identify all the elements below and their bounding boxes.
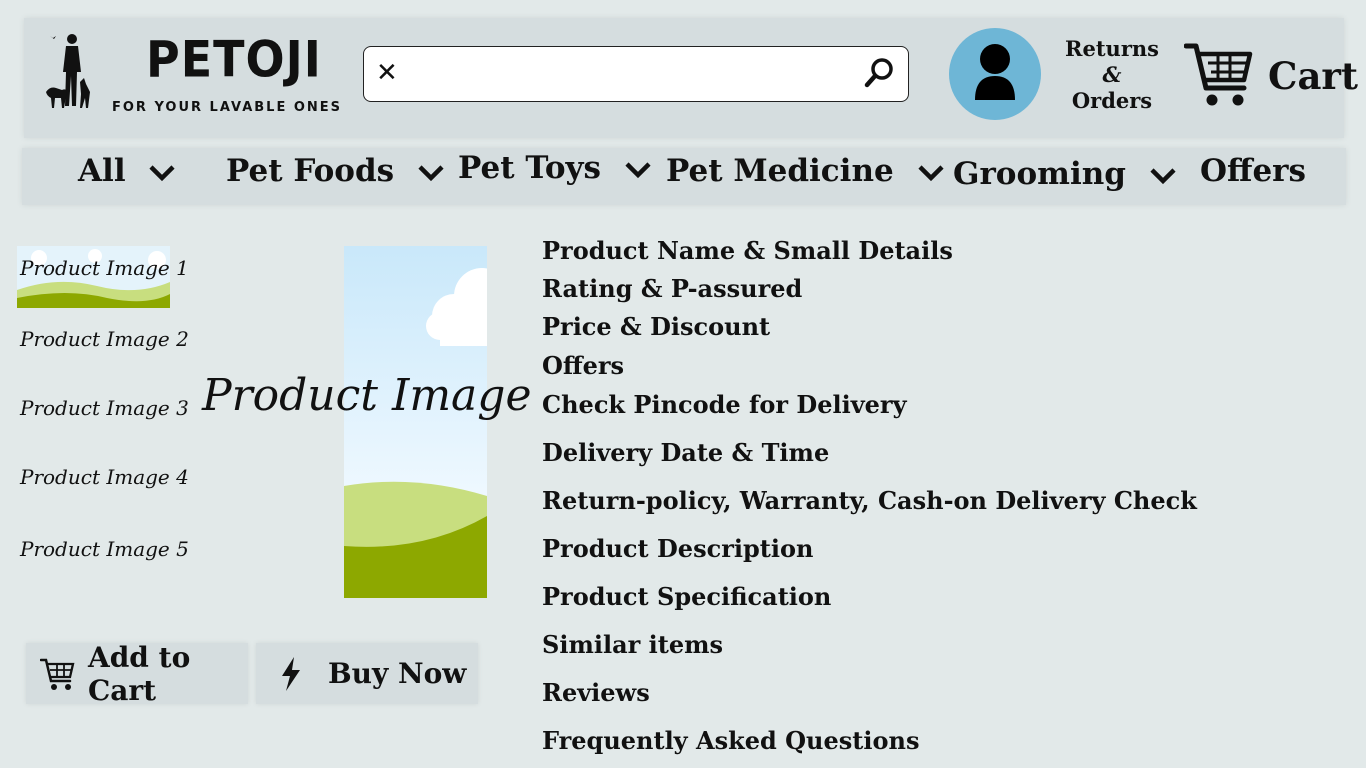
chevron-down-icon xyxy=(149,164,175,181)
chevron-down-icon xyxy=(418,164,444,181)
chevron-down-icon xyxy=(625,161,651,178)
user-icon xyxy=(975,44,1015,100)
nav-item-label: Grooming xyxy=(953,156,1126,192)
cart-icon[interactable] xyxy=(1184,40,1254,108)
thumbnail-label: Product Image 2 xyxy=(20,327,189,351)
thumbnail-label: Product Image 5 xyxy=(20,537,189,561)
thumbnail-label: Product Image 3 xyxy=(20,396,189,420)
thumbnail-label: Product Image 4 xyxy=(20,465,189,489)
brand-name[interactable]: PETOJI xyxy=(146,30,322,88)
nav-item-label: Pet Foods xyxy=(226,153,395,189)
detail-return-policy: Return-policy, Warranty, Cash-on Deliver… xyxy=(542,486,1197,515)
returns-label: Returns xyxy=(1065,36,1159,61)
account-button[interactable] xyxy=(949,28,1041,120)
main-product-image[interactable] xyxy=(344,246,487,598)
logo-person-dog-icon[interactable] xyxy=(44,32,92,112)
main-image-caption: Product Image xyxy=(202,370,532,421)
nav-item-grooming[interactable]: Grooming xyxy=(953,156,1177,192)
cart-label[interactable]: Cart xyxy=(1268,54,1358,98)
search-input[interactable] xyxy=(412,57,846,91)
thumbnail-4[interactable]: Product Image 4 xyxy=(17,455,189,517)
nav-item-label: Offers xyxy=(1200,153,1306,189)
add-to-cart-button[interactable]: Add to Cart xyxy=(26,640,248,707)
clear-icon[interactable]: ✕ xyxy=(376,60,398,86)
detail-specification: Product Specification xyxy=(542,582,832,611)
chevron-down-icon xyxy=(917,164,944,181)
detail-rating: Rating & P-assured xyxy=(542,274,803,303)
category-nav: All Pet Foods Pet Toys Pet Medicine Groo… xyxy=(22,148,1346,205)
nav-item-label: All xyxy=(78,153,126,189)
thumbnail-3[interactable]: Product Image 3 xyxy=(17,386,189,448)
add-to-cart-label: Add to Cart xyxy=(88,640,191,707)
nav-item-all[interactable]: All xyxy=(78,153,176,189)
returns-orders-link[interactable]: Returns & Orders xyxy=(1064,36,1160,114)
detail-product-name: Product Name & Small Details xyxy=(542,236,953,265)
nav-item-offers[interactable]: Offers xyxy=(1200,153,1306,189)
detail-reviews[interactable]: Reviews xyxy=(542,678,650,707)
detail-faq[interactable]: Frequently Asked Questions xyxy=(542,726,919,755)
detail-similar-items[interactable]: Similar items xyxy=(542,630,723,659)
thumbnail-label: Product Image 1 xyxy=(20,256,189,280)
nav-item-label: Pet Toys xyxy=(458,150,601,186)
header-bar: PETOJI FOR YOUR LAVABLE ONES ✕ Returns &… xyxy=(24,18,1358,138)
chevron-down-icon xyxy=(1150,167,1176,184)
returns-ampersand: & xyxy=(1102,62,1122,87)
thumbnail-5[interactable]: Product Image 5 xyxy=(17,527,189,589)
cart-icon xyxy=(40,658,75,690)
buy-now-button[interactable]: Buy Now xyxy=(256,643,478,704)
search-bar: ✕ xyxy=(363,46,909,102)
detail-pincode-check[interactable]: Check Pincode for Delivery xyxy=(542,390,907,419)
nav-item-pet-toys[interactable]: Pet Toys xyxy=(458,150,652,186)
brand-tagline: FOR YOUR LAVABLE ONES xyxy=(112,100,343,115)
detail-offers: Offers xyxy=(542,351,625,380)
nav-item-label: Pet Medicine xyxy=(666,153,894,189)
nav-item-pet-medicine[interactable]: Pet Medicine xyxy=(666,153,945,189)
buy-now-label: Buy Now xyxy=(328,657,467,690)
lightning-icon xyxy=(282,656,300,691)
thumbnail-2[interactable]: Product Image 2 xyxy=(17,317,189,379)
thumbnail-1[interactable]: Product Image 1 xyxy=(17,246,189,308)
detail-description: Product Description xyxy=(542,534,814,563)
detail-price: Price & Discount xyxy=(542,312,771,341)
detail-delivery-date: Delivery Date & Time xyxy=(542,438,830,467)
search-icon[interactable] xyxy=(864,57,894,89)
orders-label: Orders xyxy=(1071,88,1153,113)
nav-item-pet-foods[interactable]: Pet Foods xyxy=(226,153,445,189)
